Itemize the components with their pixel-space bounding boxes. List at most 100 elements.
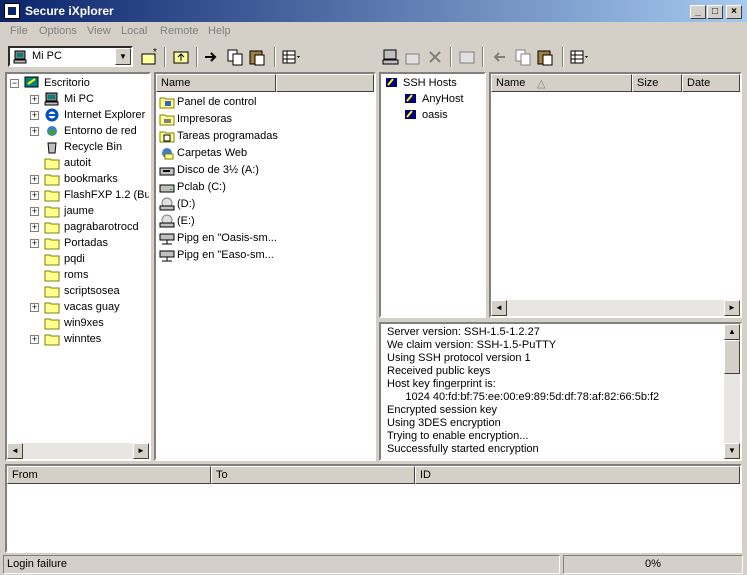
location-combo[interactable]: Mi PC ▼: [8, 46, 133, 67]
tree-item-label: Entorno de red: [64, 125, 137, 137]
folder-icon: [44, 222, 60, 234]
list-item-label: Pipg en "Oasis-sm...: [177, 232, 277, 244]
scheduled-tasks-icon: [159, 131, 175, 143]
column-header-name[interactable]: Name: [156, 74, 276, 92]
remote-paste-icon[interactable]: [534, 46, 556, 68]
host-icon: [405, 110, 416, 119]
transfer-left-icon[interactable]: [488, 46, 510, 68]
ssh-host-label: oasis: [422, 109, 448, 121]
folder-icon: [44, 318, 60, 330]
chevron-down-icon[interactable]: ▼: [115, 48, 131, 65]
remote-file-panel[interactable]: Name △ Size Date ◄ ►: [489, 72, 742, 318]
tree-hscrollbar[interactable]: ◄ ►: [7, 443, 149, 459]
status-message: Login failure: [3, 555, 560, 574]
remote-copy-icon[interactable]: [512, 46, 534, 68]
menu-options[interactable]: Options: [39, 25, 77, 37]
view-menu-icon[interactable]: [280, 46, 302, 68]
expander-icon[interactable]: +: [30, 111, 39, 120]
tree-item-label: autoit: [64, 157, 91, 169]
remote-up-folder-icon[interactable]: [456, 46, 478, 68]
log-line: Server version: SSH-1.5-1.2.27: [387, 326, 540, 338]
tree-item-label: bookmarks: [64, 173, 118, 185]
ssh-hosts-label: SSH Hosts: [403, 77, 457, 89]
ie-icon: [45, 108, 59, 122]
up-folder-icon[interactable]: [170, 46, 192, 68]
new-folder-icon[interactable]: *: [138, 46, 160, 68]
remote-column-name[interactable]: Name △: [491, 74, 632, 92]
folder-icon: [44, 302, 60, 314]
network-icon: [47, 126, 57, 136]
expander-icon[interactable]: +: [30, 335, 39, 344]
menu-remote[interactable]: Remote: [160, 25, 199, 37]
remote-view-menu-icon[interactable]: [568, 46, 590, 68]
remote-hscrollbar[interactable]: ◄ ►: [491, 300, 740, 316]
session-log-panel[interactable]: Server version: SSH-1.5-1.2.27 We claim v…: [379, 322, 742, 461]
list-item-label: Pipg en "Easo-sm...: [177, 249, 274, 261]
log-line: 1024 40:fd:bf:75:ee:00:e9:89:5d:df:78:af…: [387, 391, 660, 403]
list-item-label: Impresoras: [177, 113, 233, 125]
expander-icon[interactable]: +: [30, 207, 39, 216]
host-icon: [405, 94, 416, 103]
scroll-thumb[interactable]: [724, 340, 740, 374]
maximize-button[interactable]: □: [707, 5, 723, 19]
scroll-right-icon[interactable]: ►: [133, 443, 149, 459]
queue-column-to[interactable]: To: [211, 466, 415, 484]
control-panel-icon: [159, 97, 175, 109]
expander-icon[interactable]: +: [30, 303, 39, 312]
scroll-right-icon[interactable]: ►: [724, 300, 740, 316]
copy-icon[interactable]: [224, 46, 246, 68]
scroll-left-icon[interactable]: ◄: [491, 300, 507, 316]
menu-view[interactable]: View: [87, 25, 111, 37]
remote-column-date[interactable]: Date: [682, 74, 740, 92]
delete-icon[interactable]: [424, 46, 446, 68]
local-file-panel[interactable]: Name Panel de control Impresoras Tareas pr…: [154, 72, 376, 461]
minimize-button[interactable]: _: [690, 5, 706, 19]
computer-icon: [44, 92, 59, 106]
expander-icon[interactable]: +: [30, 191, 39, 200]
ssh-hosts-icon: [386, 78, 397, 87]
computer-icon: [13, 50, 27, 64]
close-button[interactable]: ×: [726, 5, 742, 19]
log-vscrollbar[interactable]: ▲ ▼: [724, 324, 740, 459]
column-header-blank[interactable]: [276, 74, 374, 92]
svg-text:*: *: [153, 47, 157, 58]
tree-item-label: scriptsosea: [64, 285, 120, 297]
status-progress: 0%: [563, 555, 743, 574]
transfer-queue-panel[interactable]: From To ID: [5, 464, 742, 553]
tree-item-label: Escritorio: [44, 77, 90, 89]
tree-item-label: roms: [64, 269, 89, 281]
folder-icon: [44, 270, 60, 282]
ssh-hosts-panel[interactable]: SSH Hosts AnyHost oasis: [379, 72, 486, 318]
folder-icon: [44, 254, 60, 266]
paste-icon[interactable]: [246, 46, 268, 68]
scroll-up-icon[interactable]: ▲: [724, 324, 740, 340]
tree-item-label: vacas guay: [64, 301, 120, 313]
scroll-down-icon[interactable]: ▼: [724, 443, 740, 459]
folder-icon: [44, 174, 60, 186]
remote-column-size[interactable]: Size: [632, 74, 682, 92]
expander-icon[interactable]: −: [10, 79, 19, 88]
scroll-left-icon[interactable]: ◄: [7, 443, 23, 459]
tree-item-label: Recycle Bin: [64, 141, 123, 153]
recycle-bin-icon: [47, 142, 57, 154]
tree-item-label: winntes: [64, 333, 102, 345]
network-drive-icon: [159, 233, 175, 245]
log-line: We claim version: SSH-1.5-PuTTY: [387, 339, 557, 351]
expander-icon[interactable]: +: [30, 239, 39, 248]
tree-item-label: pagrabarotrocd: [64, 221, 139, 233]
queue-column-from[interactable]: From: [7, 466, 211, 484]
new-remote-folder-icon[interactable]: [402, 46, 424, 68]
menu-local[interactable]: Local: [121, 25, 147, 37]
expander-icon[interactable]: +: [30, 175, 39, 184]
expander-icon[interactable]: +: [30, 127, 39, 136]
expander-icon[interactable]: +: [30, 95, 39, 104]
queue-column-id[interactable]: ID: [415, 466, 740, 484]
menu-file[interactable]: File: [10, 25, 28, 37]
connect-icon[interactable]: [380, 46, 402, 68]
expander-icon[interactable]: +: [30, 223, 39, 232]
menu-help[interactable]: Help: [208, 25, 231, 37]
local-tree-panel[interactable]: − Escritorio + Mi PC + Internet Explorer + Ento…: [5, 72, 151, 461]
list-item-label: Tareas programadas: [177, 130, 278, 142]
transfer-right-icon[interactable]: [200, 46, 222, 68]
tree-item-label: Portadas: [64, 237, 109, 249]
